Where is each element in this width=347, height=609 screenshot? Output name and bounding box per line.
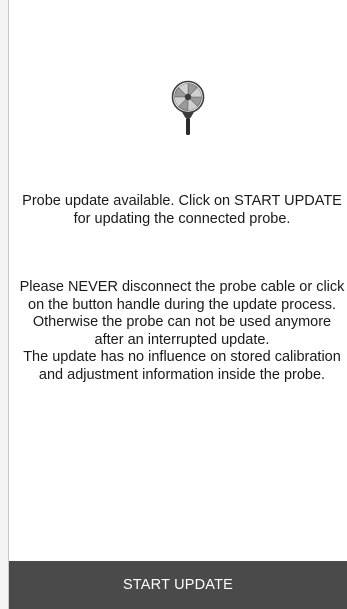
warning-line: Please NEVER disconnect the probe cable … xyxy=(19,279,345,295)
update-screen: Probe update available. Click on START U… xyxy=(9,0,347,561)
warning-line: on the button handle during the update p… xyxy=(28,296,336,313)
update-available-message: Probe update available. Click on START U… xyxy=(9,193,347,228)
probe-fan-icon xyxy=(171,80,205,135)
start-update-label: START UPDATE xyxy=(122,577,234,593)
update-warning-message: Please NEVER disconnect the probe cable … xyxy=(9,279,347,384)
warning-line: Otherwise the probe can not be used anym… xyxy=(32,314,332,330)
message-line: for updating the connected probe. xyxy=(73,210,291,227)
warning-line: The update has no influence on stored ca… xyxy=(23,349,341,365)
window-left-edge xyxy=(0,0,9,609)
message-line: Probe update available. Click on START U… xyxy=(22,193,342,209)
warning-line: and adjustment information inside the pr… xyxy=(38,366,326,383)
start-update-button[interactable]: START UPDATE xyxy=(9,561,347,609)
warning-line: after an interrupted update. xyxy=(94,331,270,348)
